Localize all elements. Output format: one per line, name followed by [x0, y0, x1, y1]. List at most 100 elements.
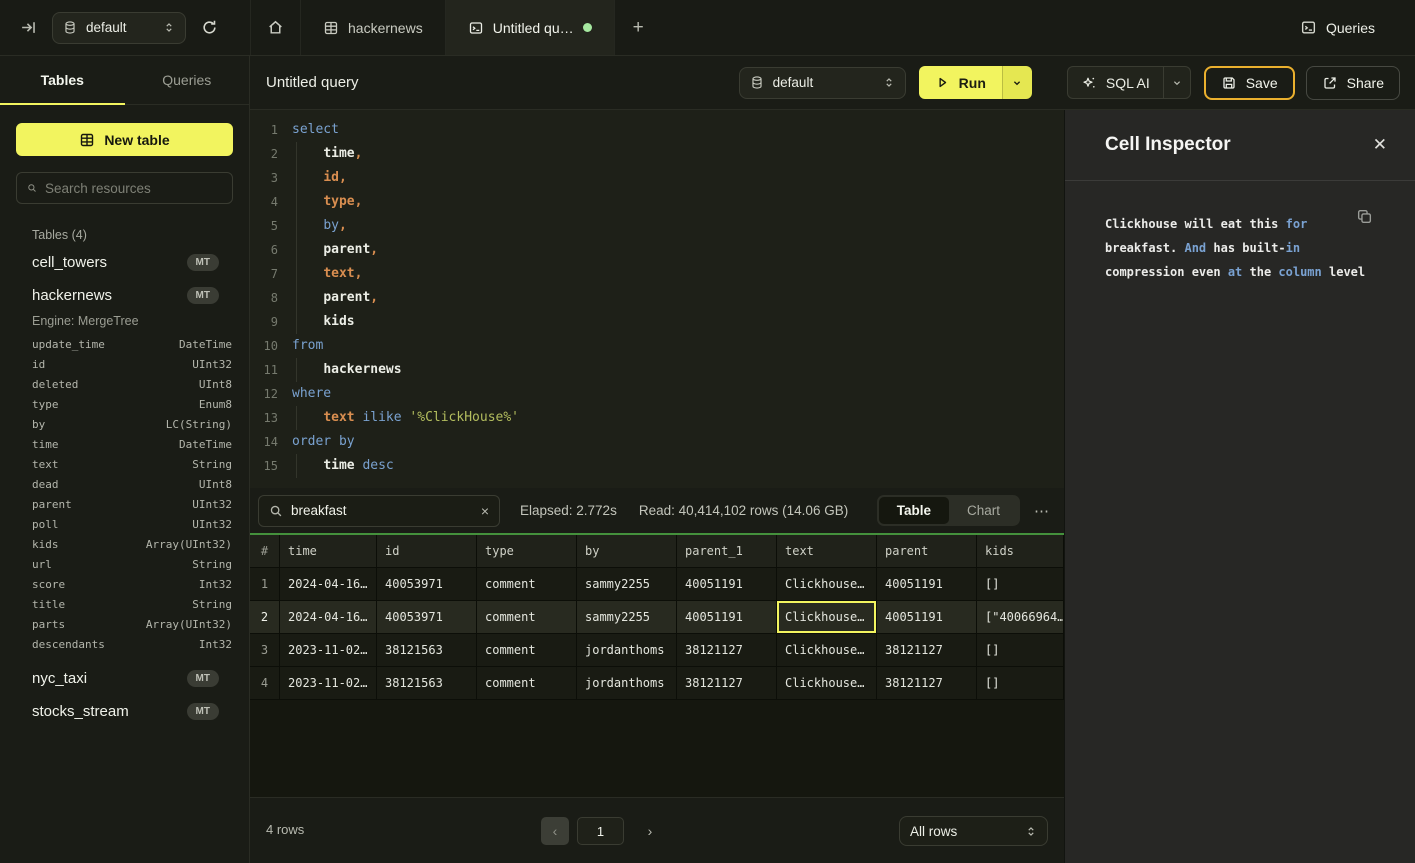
page-number-input[interactable]	[577, 817, 624, 845]
new-table-button[interactable]: New table	[16, 123, 233, 156]
column-header[interactable]: #	[250, 535, 280, 568]
page-size-selector[interactable]: All rows	[899, 816, 1048, 846]
view-tab-chart[interactable]: Chart	[949, 497, 1018, 524]
column-row[interactable]: textString	[16, 454, 233, 474]
queries-button[interactable]: Queries	[1300, 0, 1415, 55]
run-button[interactable]: Run	[919, 66, 1002, 99]
column-header[interactable]: parent	[877, 535, 977, 568]
column-row[interactable]: byLC(String)	[16, 414, 233, 434]
table-cell[interactable]: []	[977, 667, 1064, 700]
column-row[interactable]: scoreInt32	[16, 574, 233, 594]
code-line[interactable]: 11 hackernews	[256, 358, 1064, 382]
save-button[interactable]: Save	[1204, 66, 1295, 100]
row-number[interactable]: 4	[250, 667, 280, 700]
table-cell[interactable]: 40053971	[377, 568, 477, 601]
refresh-icon[interactable]	[201, 19, 218, 36]
table-cell[interactable]: 38121563	[377, 667, 477, 700]
column-row[interactable]: kidsArray(UInt32)	[16, 534, 233, 554]
table-cell[interactable]: 38121127	[677, 667, 777, 700]
code-line[interactable]: 15 time desc	[256, 454, 1064, 478]
sql-editor[interactable]: 1select2 time,3 id,4 type,5 by,6 parent,…	[250, 110, 1064, 488]
table-cell[interactable]: jordanthoms	[577, 667, 677, 700]
view-tab-table[interactable]: Table	[879, 497, 949, 524]
share-button[interactable]: Share	[1306, 66, 1400, 100]
row-number[interactable]: 1	[250, 568, 280, 601]
sidebar-item-stocks-stream[interactable]: stocks_stream MT	[16, 695, 233, 728]
table-cell[interactable]: comment	[477, 568, 577, 601]
column-row[interactable]: update_timeDateTime	[16, 334, 233, 354]
query-database-selector[interactable]: default	[739, 67, 906, 99]
column-header[interactable]: id	[377, 535, 477, 568]
table-cell[interactable]: Clickhouse…	[777, 568, 877, 601]
column-row[interactable]: partsArray(UInt32)	[16, 614, 233, 634]
code-line[interactable]: 4 type,	[256, 190, 1064, 214]
tab-home[interactable]	[250, 0, 301, 55]
row-number[interactable]: 3	[250, 634, 280, 667]
table-cell[interactable]: 40053971	[377, 601, 477, 634]
search-resources-input[interactable]	[45, 181, 222, 196]
column-row[interactable]: deadUInt8	[16, 474, 233, 494]
code-line[interactable]: 12where	[256, 382, 1064, 406]
row-number[interactable]: 2	[250, 601, 280, 634]
sidebar-item-cell-towers[interactable]: cell_towers MT	[16, 246, 233, 279]
column-row[interactable]: parentUInt32	[16, 494, 233, 514]
code-line[interactable]: 5 by,	[256, 214, 1064, 238]
table-cell[interactable]: 38121127	[677, 634, 777, 667]
tab-hackernews[interactable]: hackernews	[301, 0, 446, 55]
code-line[interactable]: 8 parent,	[256, 286, 1064, 310]
column-header[interactable]: text	[777, 535, 877, 568]
column-row[interactable]: deletedUInt8	[16, 374, 233, 394]
code-line[interactable]: 1select	[256, 118, 1064, 142]
table-cell[interactable]: 2024-04-16…	[280, 601, 377, 634]
table-cell[interactable]: 2023-11-02…	[280, 634, 377, 667]
code-line[interactable]: 13 text ilike '%ClickHouse%'	[256, 406, 1064, 430]
table-cell[interactable]: ["40066964…	[977, 601, 1064, 634]
table-cell[interactable]: comment	[477, 601, 577, 634]
sql-ai-options-button[interactable]	[1163, 67, 1190, 98]
table-cell[interactable]: 38121127	[877, 667, 977, 700]
table-cell[interactable]: 40051191	[677, 601, 777, 634]
code-line[interactable]: 6 parent,	[256, 238, 1064, 262]
close-icon[interactable]: ✕	[1373, 135, 1387, 155]
code-line[interactable]: 9 kids	[256, 310, 1064, 334]
code-line[interactable]: 14order by	[256, 430, 1064, 454]
table-cell[interactable]: comment	[477, 667, 577, 700]
table-cell[interactable]: 40051191	[677, 568, 777, 601]
column-row[interactable]: titleString	[16, 594, 233, 614]
database-selector[interactable]: default	[52, 12, 186, 44]
table-cell[interactable]: 2023-11-02…	[280, 667, 377, 700]
table-cell[interactable]: 38121563	[377, 634, 477, 667]
sidebar-tab-queries[interactable]: Queries	[125, 56, 250, 104]
table-cell[interactable]: comment	[477, 634, 577, 667]
column-header[interactable]: kids	[977, 535, 1064, 568]
table-cell[interactable]: 38121127	[877, 634, 977, 667]
code-line[interactable]: 2 time,	[256, 142, 1064, 166]
column-row[interactable]: timeDateTime	[16, 434, 233, 454]
column-row[interactable]: pollUInt32	[16, 514, 233, 534]
table-cell[interactable]: Clickhouse…	[777, 634, 877, 667]
copy-icon[interactable]	[1356, 208, 1373, 225]
column-row[interactable]: urlString	[16, 554, 233, 574]
new-tab-button[interactable]: +	[615, 0, 662, 55]
column-header[interactable]: type	[477, 535, 577, 568]
code-line[interactable]: 10from	[256, 334, 1064, 358]
sidebar-tab-tables[interactable]: Tables	[0, 56, 125, 104]
tab-untitled-query[interactable]: Untitled qu…	[446, 0, 615, 55]
table-cell[interactable]: 40051191	[877, 568, 977, 601]
column-header[interactable]: parent_1	[677, 535, 777, 568]
table-cell[interactable]: []	[977, 634, 1064, 667]
table-cell[interactable]: 2024-04-16…	[280, 568, 377, 601]
table-cell[interactable]: jordanthoms	[577, 634, 677, 667]
column-row[interactable]: typeEnum8	[16, 394, 233, 414]
sidebar-item-hackernews[interactable]: hackernews MT	[16, 279, 233, 312]
table-cell[interactable]: Clickhouse…	[777, 667, 877, 700]
table-cell[interactable]: []	[977, 568, 1064, 601]
code-line[interactable]: 7 text,	[256, 262, 1064, 286]
column-header[interactable]: by	[577, 535, 677, 568]
results-more-icon[interactable]: ⋯	[1030, 502, 1054, 520]
table-cell[interactable]: 40051191	[877, 601, 977, 634]
column-header[interactable]: time	[280, 535, 377, 568]
table-cell[interactable]: sammy2255	[577, 568, 677, 601]
page-prev-button[interactable]: ‹	[541, 817, 569, 845]
sidebar-item-nyc-taxi[interactable]: nyc_taxi MT	[16, 662, 233, 695]
